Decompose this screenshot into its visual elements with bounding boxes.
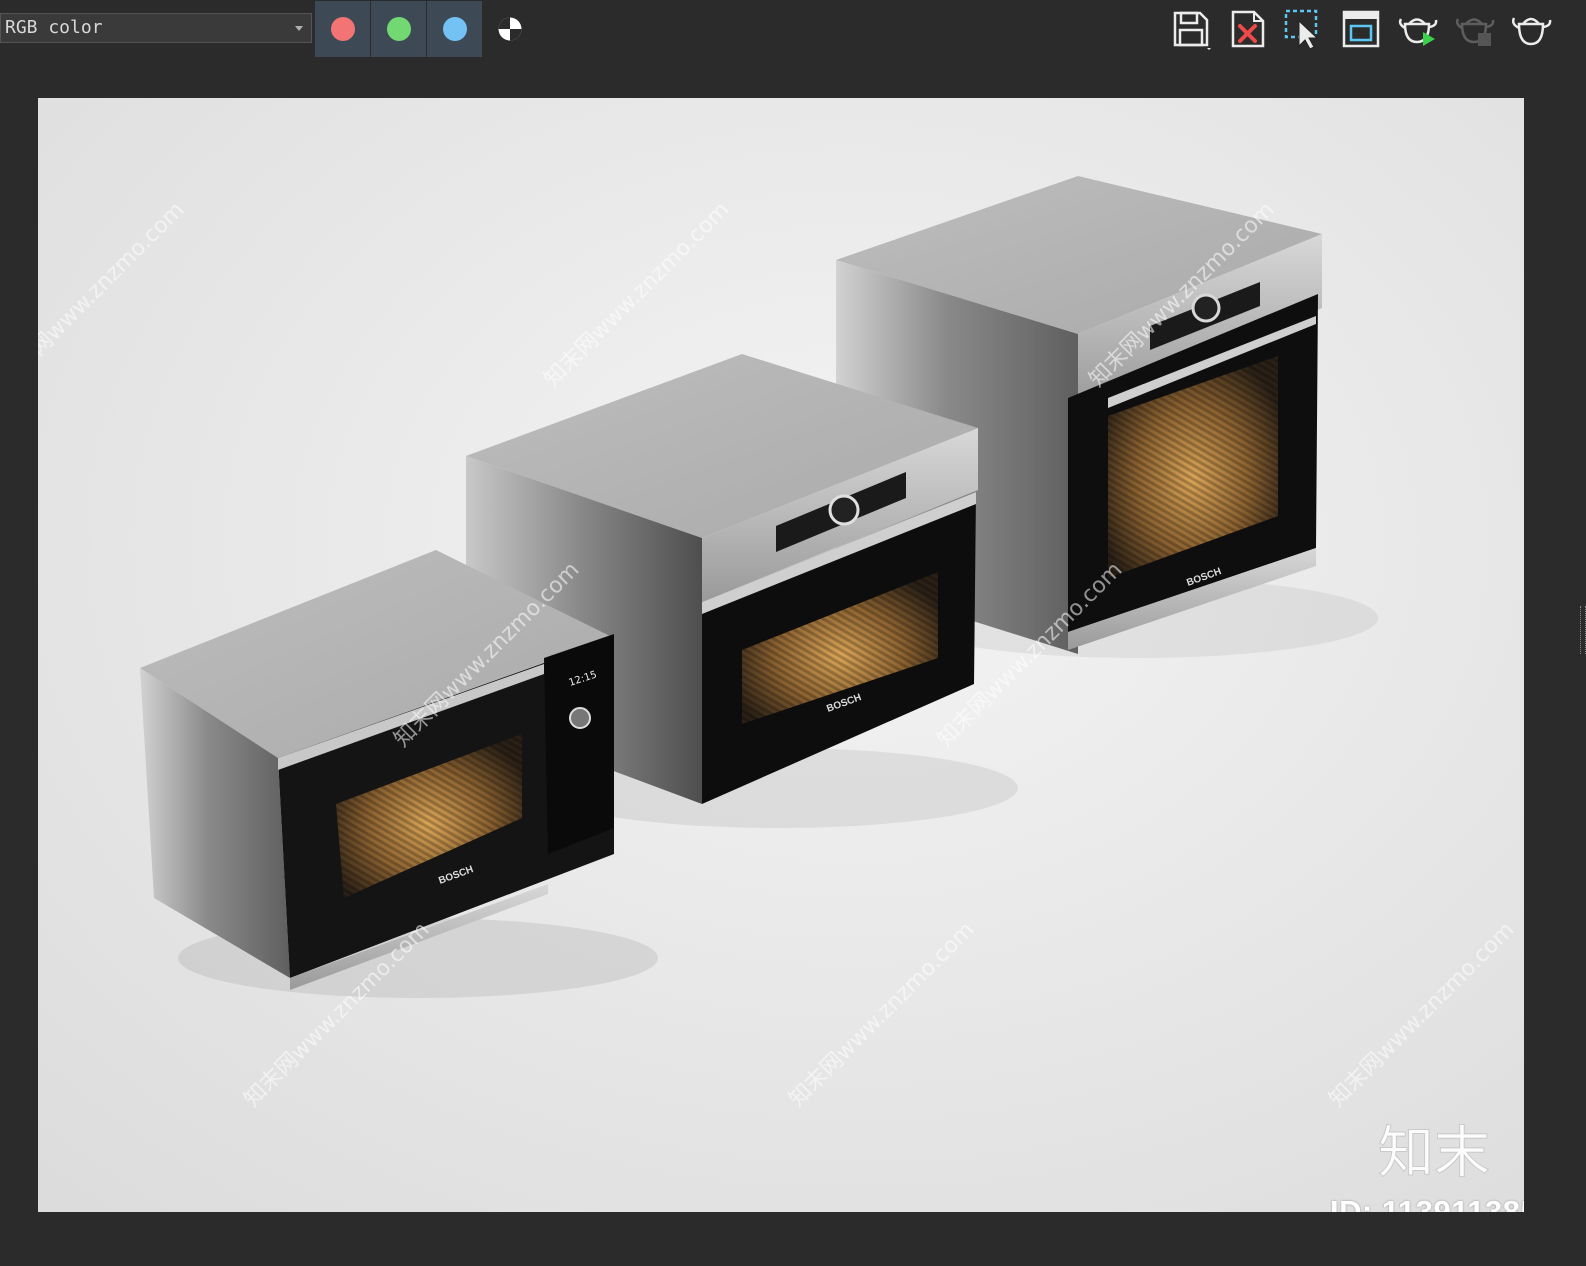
blue-channel-button[interactable] (427, 1, 482, 57)
render-teapot-disabled-icon (1455, 18, 1495, 46)
clear-image-icon[interactable] (1227, 8, 1269, 50)
blue-dot-icon (443, 17, 467, 41)
image-id-label: ID: 1139113854 (1330, 1194, 1524, 1212)
monochrome-icon[interactable] (497, 16, 523, 42)
green-channel-button[interactable] (371, 1, 426, 57)
chevron-down-icon[interactable] (295, 26, 303, 31)
teapot-icon[interactable] (1510, 8, 1552, 50)
region-select-icon[interactable] (1283, 8, 1325, 50)
channel-select[interactable]: RGB color (0, 13, 312, 43)
red-channel-button[interactable] (315, 1, 370, 57)
render-teapot-icon[interactable] (1397, 8, 1439, 50)
channel-select-value: RGB color (5, 17, 103, 38)
frame-buffer-icon[interactable] (1340, 8, 1382, 50)
resize-handle[interactable] (1580, 606, 1586, 654)
save-icon[interactable] (1170, 8, 1212, 50)
red-dot-icon (331, 17, 355, 41)
znzmo-logo: 知末 (1378, 1121, 1491, 1187)
rendered-image: BOSCH BOSCH 12:15 BOSCH 知末网www.znzmo.com… (38, 98, 1524, 1212)
green-dot-icon (387, 17, 411, 41)
logo-text: 知末 (1378, 1121, 1490, 1186)
render-toolbar: RGB color (0, 0, 1586, 58)
render-viewport: BOSCH BOSCH 12:15 BOSCH 知末网www.znzmo.com… (38, 98, 1524, 1212)
